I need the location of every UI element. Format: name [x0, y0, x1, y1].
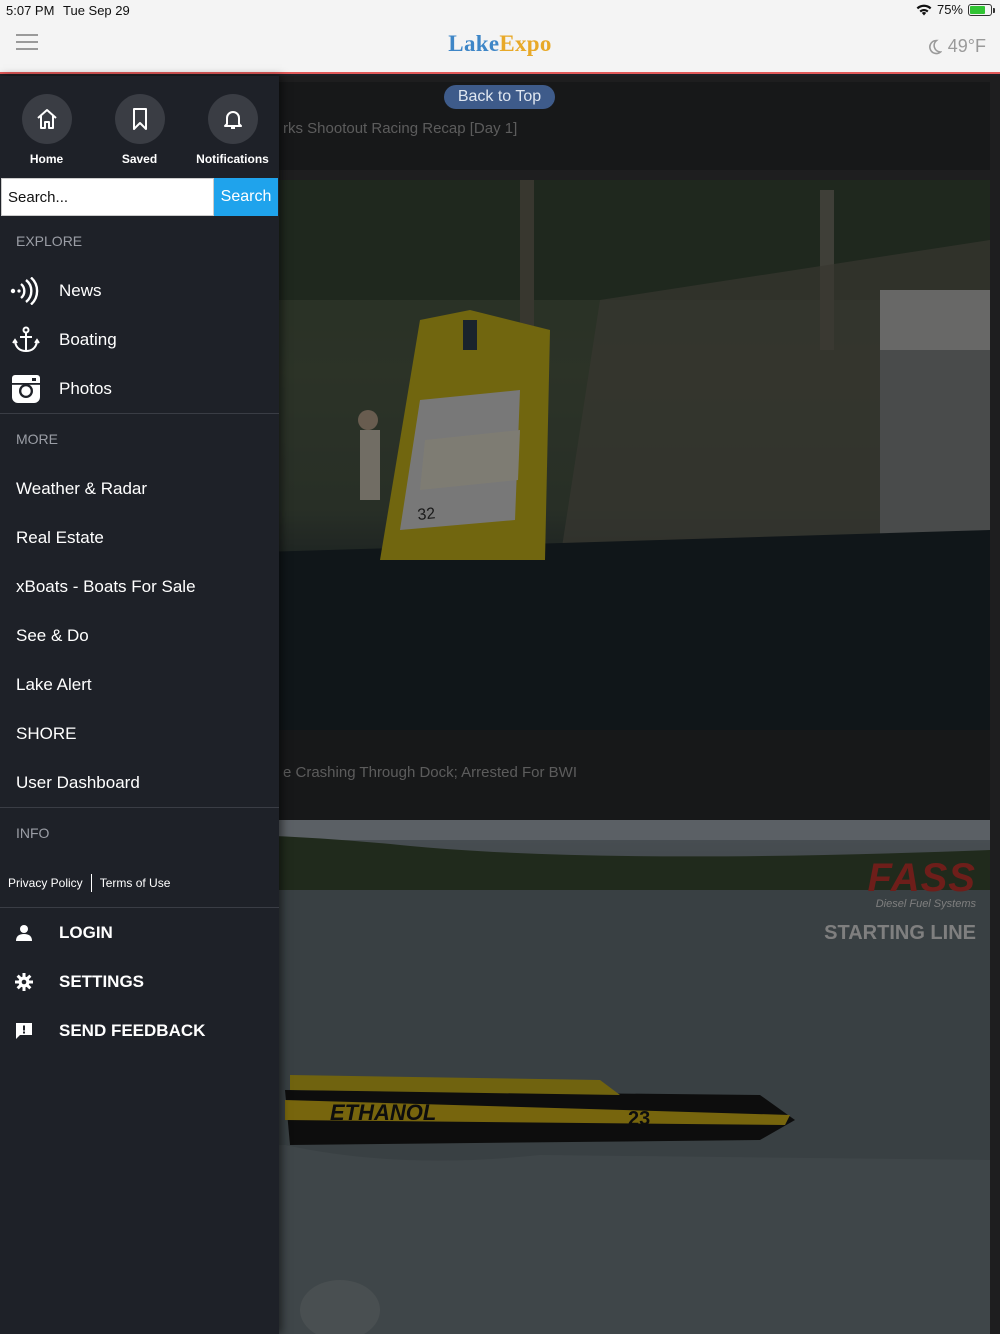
terms-of-use-link[interactable]: Terms of Use — [100, 876, 171, 890]
nav-shore[interactable]: SHORE — [0, 709, 279, 758]
nav-boating-label: Boating — [59, 329, 117, 349]
wifi-icon — [916, 4, 932, 15]
separator — [90, 873, 92, 892]
logo-lake: Lake — [448, 31, 500, 56]
login-item[interactable]: LOGIN — [0, 908, 279, 957]
anchor-icon — [12, 326, 40, 352]
settings-item[interactable]: SETTINGS — [0, 957, 279, 1006]
search-bar: Search — [1, 178, 278, 216]
status-time: 5:07 PM — [6, 3, 55, 18]
weather-widget[interactable]: 49°F — [926, 36, 986, 57]
nav-news[interactable]: News — [0, 266, 279, 315]
home-icon — [36, 109, 57, 129]
search-input[interactable] — [1, 178, 214, 216]
nav-lake-alert[interactable]: Lake Alert — [0, 660, 279, 709]
nav-boating[interactable]: Boating — [0, 315, 279, 364]
nav-xboats[interactable]: xBoats - Boats For Sale — [0, 562, 279, 611]
settings-label: SETTINGS — [59, 971, 145, 991]
quick-actions: Home Saved Notifications — [0, 76, 279, 178]
quick-notifications-label: Notifications — [196, 152, 269, 166]
battery-percent: 75% — [936, 2, 963, 17]
explore-header: EXPLORE — [16, 233, 83, 249]
legal-links: Privacy Policy Terms of Use — [0, 858, 279, 907]
nav-see-do[interactable]: See & Do — [0, 611, 279, 660]
info-header: INFO — [16, 825, 50, 841]
quick-notifications[interactable]: Notifications — [188, 94, 278, 178]
quick-saved[interactable]: Saved — [95, 94, 185, 178]
quick-home-label: Home — [29, 152, 64, 166]
bookmark-icon — [132, 108, 147, 130]
login-label: LOGIN — [59, 922, 113, 942]
temperature: 49°F — [947, 36, 986, 56]
battery-icon — [968, 3, 995, 16]
side-drawer: Home Saved Notifications Search EXPLORE … — [0, 76, 279, 1334]
quick-home[interactable]: Home — [2, 94, 92, 178]
broadcast-icon — [10, 276, 39, 305]
user-icon — [16, 924, 32, 941]
quick-saved-label: Saved — [121, 152, 158, 166]
nav-photos-label: Photos — [59, 378, 112, 398]
send-feedback-label: SEND FEEDBACK — [59, 1020, 206, 1040]
gear-icon — [15, 972, 33, 991]
nav-news-label: News — [59, 280, 102, 300]
app-header: LakeExpo 49°F — [0, 22, 1000, 74]
nav-real-estate[interactable]: Real Estate — [0, 513, 279, 562]
search-button[interactable]: Search — [214, 178, 278, 216]
logo[interactable]: LakeExpo — [0, 31, 1000, 57]
privacy-policy-link[interactable]: Privacy Policy — [8, 876, 83, 890]
feedback-icon — [16, 1022, 32, 1039]
moon-icon — [928, 39, 942, 54]
status-date: Tue Sep 29 — [63, 3, 130, 18]
status-bar: 5:07 PM Tue Sep 29 75% — [0, 0, 1000, 22]
nav-photos[interactable]: Photos — [0, 364, 279, 413]
nav-user-dashboard[interactable]: User Dashboard — [0, 758, 279, 807]
back-to-top-button[interactable]: Back to Top — [444, 85, 555, 109]
more-header: MORE — [16, 431, 58, 447]
send-feedback-item[interactable]: SEND FEEDBACK — [0, 1006, 279, 1055]
bell-icon — [223, 111, 242, 129]
nav-weather-radar[interactable]: Weather & Radar — [0, 464, 279, 513]
logo-expo: Expo — [499, 31, 552, 56]
camera-icon — [12, 374, 40, 403]
